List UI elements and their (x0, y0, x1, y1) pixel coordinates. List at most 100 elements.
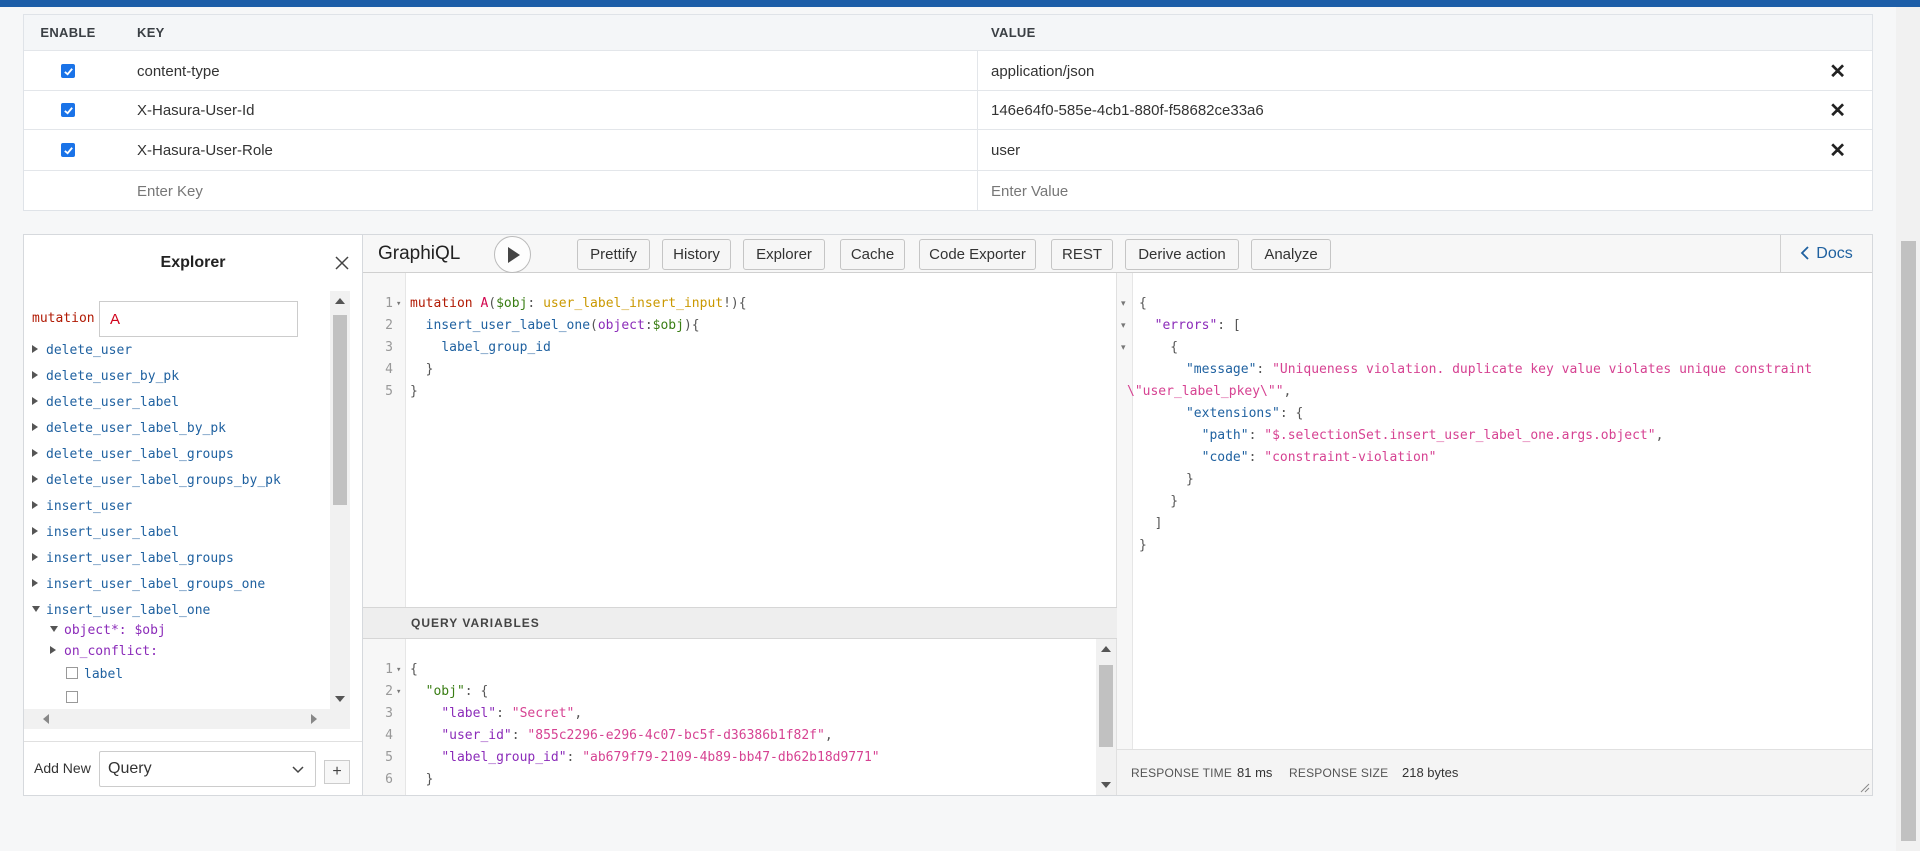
response-size-value: 218 bytes (1402, 765, 1459, 780)
scroll-down-icon[interactable] (335, 695, 345, 703)
header-key[interactable]: X-Hasura-User-Id (113, 102, 979, 119)
explorer-field[interactable]: insert_user_label_groups (32, 551, 234, 569)
remove-header-icon[interactable]: ✕ (1829, 138, 1846, 163)
header-row: X-Hasura-User-Id 146e64f0-585e-4cb1-880f… (24, 91, 1872, 130)
explorer-arg-on-conflict[interactable]: on_conflict: (50, 644, 158, 662)
remove-header-icon[interactable]: ✕ (1829, 59, 1846, 84)
add-operation-button[interactable]: + (324, 760, 350, 784)
header-value[interactable]: 146e64f0-585e-4cb1-880f-f58682ce33a6 (979, 102, 1839, 119)
explorer-arg-object[interactable]: object*: $obj (50, 623, 166, 641)
explorer-subfield-label[interactable]: label (66, 667, 123, 685)
scroll-left-icon[interactable] (42, 714, 50, 724)
analyze-button[interactable]: Analyze (1251, 239, 1331, 270)
new-header-key-input[interactable]: Enter Key (113, 183, 979, 200)
explorer-field[interactable]: delete_user_label (32, 395, 179, 413)
response-time-value: 81 ms (1237, 765, 1273, 780)
operation-name-input[interactable] (99, 301, 298, 337)
rest-button[interactable]: REST (1051, 239, 1113, 270)
fold-arrow-icon[interactable]: ▾ (1121, 298, 1126, 309)
explorer-button[interactable]: Explorer (743, 239, 825, 270)
expand-arrow-icon (32, 553, 38, 561)
explorer-field[interactable]: delete_user (32, 343, 132, 361)
query-editor[interactable]: 1 ▾ mutation A($obj: user_label_insert_inp… (363, 273, 1117, 607)
header-enable-checkbox[interactable] (61, 103, 75, 118)
header-enable-checkbox[interactable] (61, 143, 75, 158)
history-button[interactable]: History (662, 239, 731, 270)
explorer-horizontal-scrollbar[interactable] (24, 709, 350, 729)
key-column-header: KEY (137, 25, 165, 40)
variables-scroll-thumb[interactable] (1099, 665, 1113, 747)
expand-arrow-icon (32, 371, 38, 379)
explorer-field[interactable]: delete_user_label_groups (32, 447, 234, 465)
scroll-up-icon[interactable] (335, 297, 345, 305)
scroll-down-icon[interactable] (1101, 781, 1111, 789)
result-line: "extensions": { (1185, 406, 1304, 421)
result-line: } (1139, 472, 1194, 487)
page-scroll-thumb[interactable] (1901, 241, 1916, 841)
header-value[interactable]: application/json (979, 63, 1839, 80)
header-key[interactable]: content-type (113, 63, 979, 80)
graphiql-panel: Explorer mutation delete_user delete_use… (23, 234, 1873, 796)
scroll-right-icon[interactable] (310, 714, 318, 724)
chevron-down-icon (292, 766, 304, 774)
expand-arrow-icon (32, 345, 38, 353)
result-line: } (1139, 538, 1147, 553)
docs-button[interactable]: Docs (1780, 235, 1872, 273)
resize-handle-icon[interactable] (1858, 781, 1870, 793)
header-enable-checkbox[interactable] (61, 64, 75, 79)
explorer-field[interactable]: insert_user_label_groups_one (32, 577, 265, 595)
explorer-subfield-partial (66, 691, 84, 709)
query-variables-editor[interactable]: 1 ▾{ 2 ▾ "obj": { 3 "label": "Secret", 4 "… (363, 639, 1117, 795)
fold-arrow-icon[interactable]: ▾ (1121, 320, 1126, 331)
fold-arrow-icon[interactable]: ▾ (1121, 342, 1126, 353)
close-icon[interactable] (332, 253, 352, 273)
expand-arrow-icon (32, 423, 38, 431)
expand-arrow-icon (32, 397, 38, 405)
code-exporter-button[interactable]: Code Exporter (919, 239, 1036, 270)
explorer-field[interactable]: insert_user (32, 499, 132, 517)
result-line: "message": "Uniqueness violation. duplic… (1185, 362, 1813, 377)
result-viewer[interactable]: ▾ ▾ ▾ { "errors": [ { "message": "Unique… (1117, 273, 1872, 757)
prettify-button[interactable]: Prettify (577, 239, 650, 270)
response-time-label: RESPONSE TIME (1131, 766, 1233, 780)
header-value[interactable]: user (979, 142, 1839, 159)
collapse-arrow-icon (50, 626, 58, 632)
remove-header-icon[interactable]: ✕ (1829, 98, 1846, 123)
explorer-scroll-thumb[interactable] (333, 315, 347, 505)
field-checkbox[interactable] (66, 667, 78, 679)
field-checkbox[interactable] (66, 691, 78, 703)
derive-action-button[interactable]: Derive action (1125, 239, 1239, 270)
variables-scrollbar[interactable] (1096, 639, 1116, 795)
headers-table-header: ENABLE KEY VALUE (24, 15, 1872, 51)
operation-keyword: mutation (32, 311, 95, 326)
response-size-label: RESPONSE SIZE (1289, 766, 1389, 780)
explorer-field[interactable]: delete_user_by_pk (32, 369, 179, 387)
result-line: "code": "constraint-violation" (1201, 450, 1437, 465)
header-key[interactable]: X-Hasura-User-Role (113, 142, 979, 159)
cache-button[interactable]: Cache (840, 239, 905, 270)
explorer-field[interactable]: delete_user_label_by_pk (32, 421, 226, 439)
response-footer: RESPONSE TIME 81 ms RESPONSE SIZE 218 by… (1117, 749, 1872, 795)
operation-type-select[interactable]: Query (99, 751, 316, 787)
query-variables-title[interactable]: QUERY VARIABLES (363, 607, 1117, 639)
explorer-vertical-scrollbar[interactable] (330, 291, 350, 709)
explorer-footer: Add New Query + (24, 741, 362, 795)
execute-query-button[interactable] (494, 236, 531, 273)
new-header-row: Enter Key Enter Value (24, 171, 1872, 211)
explorer-title: Explorer (160, 254, 226, 271)
result-line: { (1139, 340, 1179, 355)
result-line: \"user_label_pkey\"", (1127, 384, 1292, 399)
page-scrollbar[interactable] (1896, 7, 1920, 851)
explorer-field-expanded[interactable]: insert_user_label_one (32, 603, 210, 621)
expand-arrow-icon (32, 527, 38, 535)
graphiql-toolbar: GraphiQL Prettify History Explorer Cache… (363, 235, 1872, 273)
new-header-value-input[interactable]: Enter Value (979, 183, 1839, 200)
explorer-field[interactable]: delete_user_label_groups_by_pk (32, 473, 281, 491)
explorer-field[interactable]: insert_user_label (32, 525, 179, 543)
result-line: { (1139, 296, 1147, 311)
play-icon (507, 246, 520, 263)
scroll-up-icon[interactable] (1101, 645, 1111, 653)
explorer-panel: Explorer mutation delete_user delete_use… (24, 235, 363, 795)
enable-column-header: ENABLE (40, 25, 96, 40)
collapse-arrow-icon (32, 606, 40, 612)
